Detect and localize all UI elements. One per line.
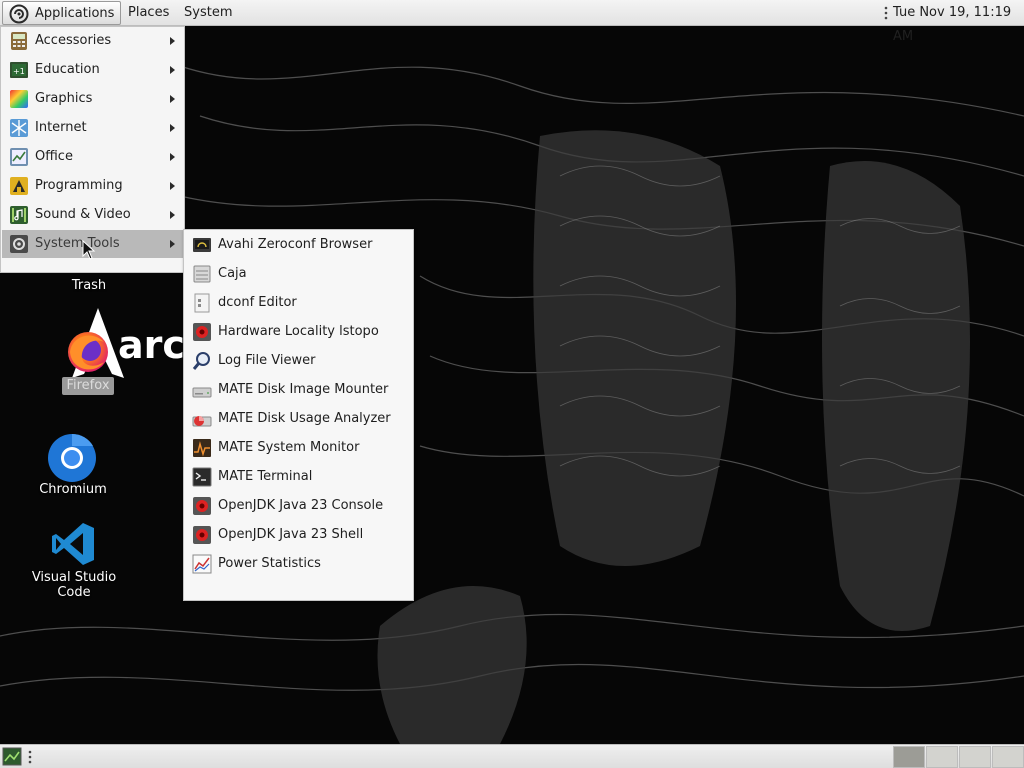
menu-item-label: Programming	[35, 178, 123, 193]
submenu-item-avahi[interactable]: Avahi Zeroconf Browser	[185, 230, 413, 259]
submenu-item-label: Power Statistics	[218, 556, 321, 571]
sound-video-icon	[10, 206, 28, 224]
graphics-icon	[10, 90, 28, 108]
submenu-item-label: MATE System Monitor	[218, 440, 360, 455]
mate-logo-icon	[9, 4, 29, 24]
system-monitor-icon	[193, 439, 211, 457]
submenu-arrow-icon	[170, 37, 175, 45]
menu-item-label: Accessories	[35, 33, 112, 48]
menu-item-accessories[interactable]: Accessories	[2, 27, 184, 55]
submenu-item-disk-image-mounter[interactable]: MATE Disk Image Mounter	[185, 375, 413, 404]
menu-item-office[interactable]: Office	[2, 143, 184, 171]
show-desktop-icon[interactable]	[2, 747, 22, 766]
dconf-icon	[194, 293, 210, 313]
accessories-icon	[11, 32, 27, 50]
submenu-item-label: OpenJDK Java 23 Shell	[218, 527, 364, 542]
top-panel: Applications Places System Tue Nov 19, 1…	[0, 0, 1024, 44]
power-stats-icon	[192, 554, 212, 574]
office-icon	[10, 148, 28, 166]
java-app-icon	[193, 497, 211, 515]
submenu-item-disk-usage[interactable]: MATE Disk Usage Analyzer	[185, 404, 413, 433]
disk-usage-icon	[192, 416, 212, 427]
bottom-panel	[0, 744, 1024, 768]
vscode-label[interactable]: Visual Studio Code	[14, 570, 134, 600]
submenu-item-label: MATE Disk Usage Analyzer	[218, 411, 391, 426]
menu-item-label: Graphics	[35, 91, 93, 106]
applications-menu-label: Applications	[35, 6, 115, 21]
menu-item-label: Education	[35, 62, 100, 77]
terminal-icon	[192, 467, 212, 487]
programming-icon	[10, 177, 28, 195]
internet-icon	[10, 119, 28, 137]
menu-item-graphics[interactable]: Graphics	[2, 85, 184, 113]
mouse-cursor-icon	[82, 240, 96, 260]
submenu-item-label: Caja	[218, 266, 247, 281]
submenu-item-dconf[interactable]: dconf Editor	[185, 288, 413, 317]
workspace-1[interactable]	[893, 746, 925, 768]
submenu-arrow-icon	[170, 66, 175, 74]
submenu-arrow-icon	[170, 240, 175, 248]
submenu-item-label: Log File Viewer	[218, 353, 316, 368]
submenu-item-power-statistics[interactable]: Power Statistics	[185, 549, 413, 578]
submenu-item-terminal[interactable]: MATE Terminal	[185, 462, 413, 491]
submenu-item-java-console[interactable]: OpenJDK Java 23 Console	[185, 491, 413, 520]
submenu-item-label: Avahi Zeroconf Browser	[218, 237, 373, 252]
firefox-label[interactable]: Firefox	[62, 377, 114, 395]
workspace-3[interactable]	[959, 746, 991, 768]
submenu-arrow-icon	[170, 182, 175, 190]
firefox-icon[interactable]	[64, 328, 112, 374]
menu-item-label: Internet	[35, 120, 87, 135]
menu-item-label: System Tools	[35, 236, 120, 251]
java-app-icon	[193, 526, 211, 544]
submenu-item-label: MATE Terminal	[218, 469, 313, 484]
submenu-arrow-icon	[170, 95, 175, 103]
avahi-icon	[193, 238, 211, 252]
submenu-item-label: MATE Disk Image Mounter	[218, 382, 389, 397]
menu-item-label: Sound & Video	[35, 207, 131, 222]
workspace-2[interactable]	[926, 746, 958, 768]
submenu-item-lstopo[interactable]: Hardware Locality lstopo	[185, 317, 413, 346]
submenu-arrow-icon	[170, 211, 175, 219]
svg-text:arch: arch	[118, 323, 186, 367]
trash-label[interactable]: Trash	[62, 278, 116, 293]
submenu-arrow-icon	[170, 124, 175, 132]
submenu-item-system-monitor[interactable]: MATE System Monitor	[185, 433, 413, 462]
system-menu[interactable]: System	[178, 1, 238, 25]
chromium-icon[interactable]	[46, 432, 98, 484]
panel-handle-icon[interactable]	[884, 5, 888, 21]
menu-item-sound-video[interactable]: Sound & Video	[2, 201, 184, 229]
submenu-item-label: Hardware Locality lstopo	[218, 324, 379, 339]
submenu-item-log-viewer[interactable]: Log File Viewer	[185, 346, 413, 375]
places-menu-label: Places	[128, 5, 170, 20]
workspace-4[interactable]	[992, 746, 1024, 768]
places-menu[interactable]: Places	[122, 1, 175, 25]
submenu-item-java-shell[interactable]: OpenJDK Java 23 Shell	[185, 520, 413, 549]
menu-item-programming[interactable]: Programming	[2, 172, 184, 200]
file-manager-icon	[193, 265, 211, 283]
applications-menu[interactable]: Applications	[2, 1, 122, 25]
clock[interactable]: Tue Nov 19, 11:19 AM	[893, 1, 1024, 44]
submenu-item-label: OpenJDK Java 23 Console	[218, 498, 384, 513]
system-tools-submenu: Avahi Zeroconf Browser Caja dconf Editor…	[183, 229, 414, 601]
system-menu-label: System	[184, 5, 233, 20]
submenu-item-label: dconf Editor	[218, 295, 297, 310]
magnifier-icon	[192, 352, 210, 370]
menu-item-education[interactable]: +1 Education	[2, 56, 184, 84]
submenu-item-caja[interactable]: Caja	[185, 259, 413, 288]
education-icon: +1	[10, 62, 28, 78]
applications-dropdown: Accessories +1 Education Graphics Intern…	[0, 26, 185, 273]
svg-text:+1: +1	[13, 67, 25, 76]
panel-handle-icon[interactable]	[28, 749, 32, 765]
disk-icon	[192, 387, 212, 398]
system-tools-icon	[10, 235, 28, 253]
chromium-label[interactable]: Chromium	[36, 482, 110, 497]
vscode-icon[interactable]	[50, 521, 96, 567]
submenu-arrow-icon	[170, 153, 175, 161]
java-app-icon	[193, 323, 211, 341]
menu-item-internet[interactable]: Internet	[2, 114, 184, 142]
menu-item-label: Office	[35, 149, 73, 164]
